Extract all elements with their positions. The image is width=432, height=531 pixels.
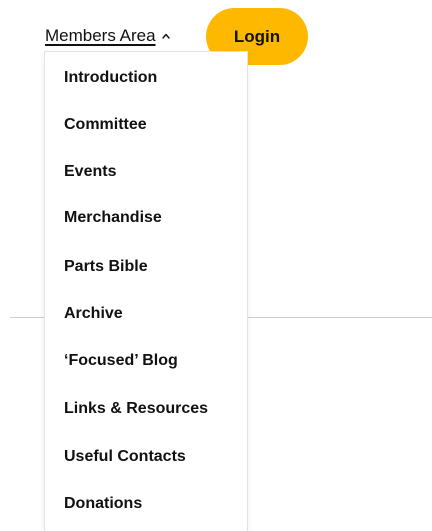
menu-item-events[interactable]: Events	[64, 162, 116, 182]
members-area-toggle[interactable]: Members Area	[45, 26, 170, 46]
menu-item-links-resources[interactable]: Links & Resources	[64, 399, 208, 419]
menu-item-archive[interactable]: Archive	[64, 304, 123, 324]
menu-item-committee[interactable]: Committee	[64, 115, 147, 135]
menu-item-focused-blog[interactable]: ‘Focused’ Blog	[64, 351, 178, 371]
menu-item-parts-bible[interactable]: Parts Bible	[64, 257, 148, 277]
chevron-up-icon	[161, 33, 170, 39]
menu-item-merchandise[interactable]: Merchandise	[64, 208, 162, 228]
members-area-label: Members Area	[45, 26, 156, 45]
menu-item-donations[interactable]: Donations	[64, 494, 142, 514]
menu-item-useful-contacts[interactable]: Useful Contacts	[64, 447, 186, 467]
menu-item-introduction[interactable]: Introduction	[64, 68, 157, 88]
members-area-dropdown: Introduction Committee Events Merchandis…	[44, 51, 248, 531]
